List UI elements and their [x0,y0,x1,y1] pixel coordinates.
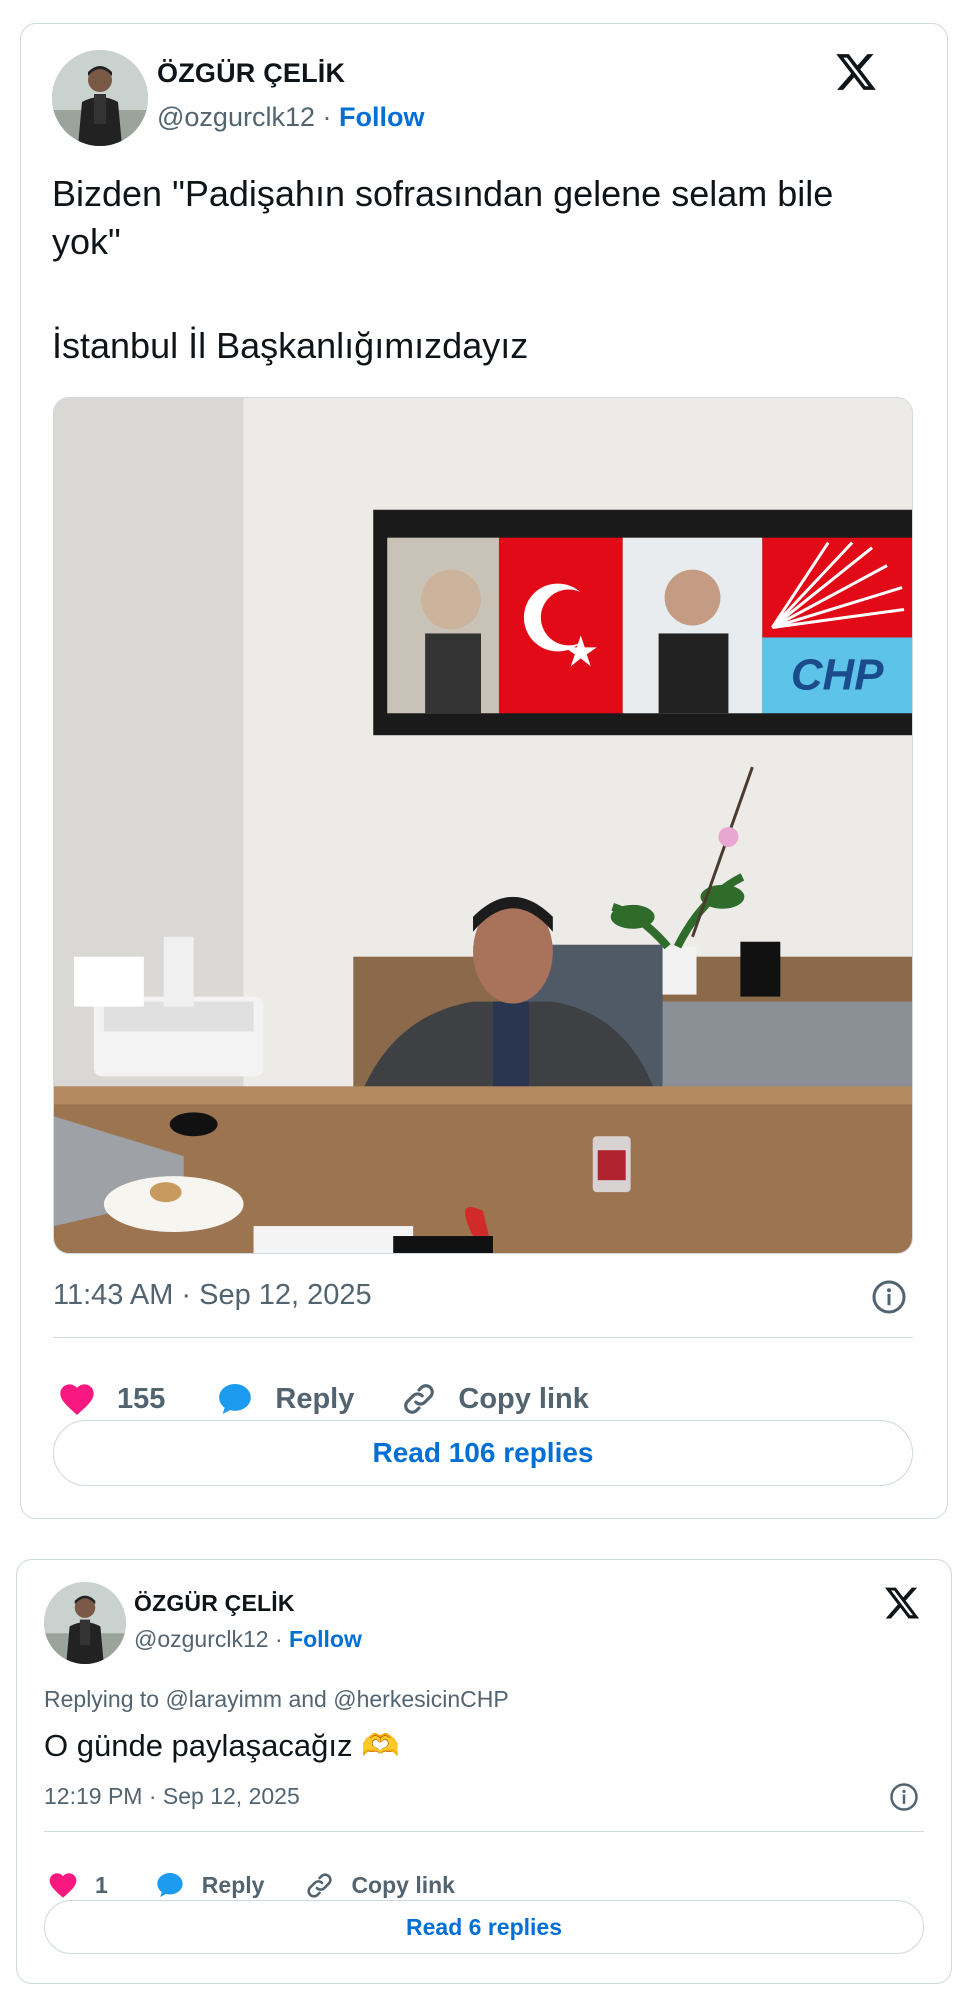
author-handle-row: @ozgurclk12 · Follow [157,102,425,133]
tweet-text: O günde paylaşacağız 🫶 [44,1728,400,1763]
tweet-text: Bizden "Padişahın sofrasından gelene sel… [52,173,834,262]
replying-to[interactable]: Replying to @larayimm and @herkesicinCHP [44,1686,509,1713]
tweet-timestamp[interactable]: 11:43 AM · Sep 12, 2025 [53,1279,372,1312]
author-name[interactable]: ÖZGÜR ÇELİK [134,1590,295,1617]
like-count: 155 [117,1382,166,1415]
heart-icon [60,1384,94,1415]
read-replies-button[interactable]: Read 106 replies [53,1420,913,1486]
reply-label: Reply [201,1871,265,1898]
tweet-photo[interactable]: CHP [53,397,913,1254]
separator: · [274,1626,283,1652]
copy-link-button[interactable]: Copy link [304,1870,455,1901]
separator: · [322,102,332,132]
divider [53,1337,913,1338]
link-icon [404,1384,435,1414]
action-bar: 155 Reply Copy link [57,1374,589,1424]
reply-label: Reply [275,1382,355,1415]
copy-link-label: Copy link [351,1871,455,1898]
copy-link-button[interactable]: Copy link [400,1380,589,1418]
heart-icon [49,1873,77,1898]
author-handle[interactable]: @ozgurclk12 [157,102,315,132]
reply-button[interactable]: Reply [154,1869,265,1901]
x-logo-icon[interactable] [834,50,878,94]
author-handle-row: @ozgurclk12 · Follow [134,1626,362,1653]
tweet-timestamp[interactable]: 12:19 PM · Sep 12, 2025 [44,1783,300,1810]
info-icon[interactable] [889,1782,919,1812]
copy-link-label: Copy link [458,1382,589,1415]
like-button[interactable]: 155 [57,1379,165,1419]
avatar[interactable] [52,50,148,146]
author-name[interactable]: ÖZGÜR ÇELİK [157,58,345,89]
like-count: 1 [95,1871,108,1898]
reply-bubble-icon [219,1384,252,1414]
tweet-card: ÖZGÜR ÇELİK @ozgurclk12 · Follow Bizden … [20,23,948,1519]
reply-button[interactable]: Reply [215,1379,354,1419]
read-replies-button[interactable]: Read 6 replies [44,1900,924,1954]
link-icon [307,1872,333,1898]
info-icon[interactable] [871,1279,907,1315]
avatar[interactable] [44,1582,126,1664]
tweet-text: İstanbul İl Başkanlığımızdayız [52,325,529,366]
follow-button[interactable]: Follow [289,1626,362,1652]
reply-bubble-icon [157,1873,183,1897]
divider [44,1831,924,1832]
x-logo-icon[interactable] [883,1584,921,1622]
author-handle[interactable]: @ozgurclk12 [134,1626,269,1652]
tweet-card: ÖZGÜR ÇELİK @ozgurclk12 · Follow Replyin… [16,1559,952,1984]
photo-sign-text: CHP [791,650,884,699]
follow-button[interactable]: Follow [339,102,424,132]
like-button[interactable]: 1 [47,1869,108,1901]
